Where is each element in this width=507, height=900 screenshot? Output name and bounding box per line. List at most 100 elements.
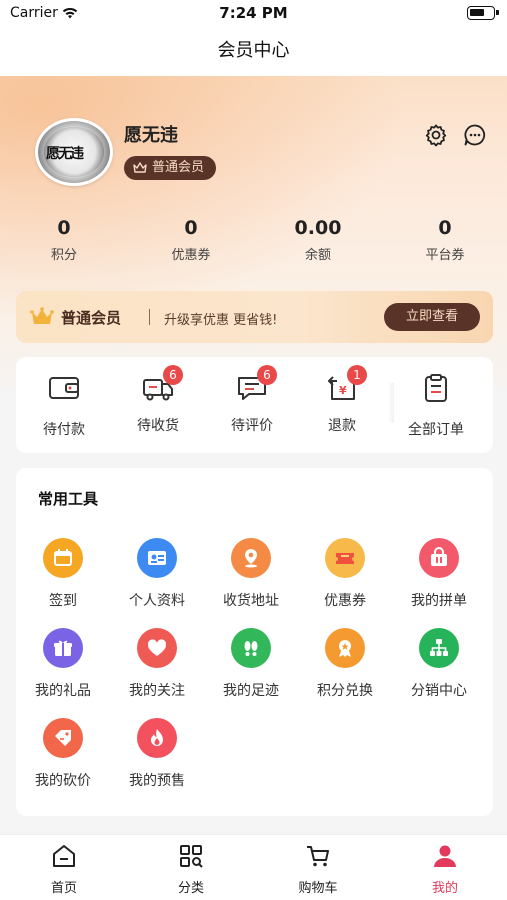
stat-value: 0.00 [294, 217, 342, 239]
order-label: 退款 [328, 418, 356, 434]
crown-icon [133, 162, 147, 173]
avatar-calligraphy: 愿无违 [46, 146, 84, 162]
order-icon-wrap: 6 [141, 365, 183, 403]
price-tag-icon [43, 718, 83, 758]
order-all[interactable]: 全部订单 [390, 373, 482, 439]
flame-icon [137, 718, 177, 758]
order-to-receive[interactable]: 6 待收货 [112, 365, 204, 439]
clock: 7:24 PM [219, 4, 288, 22]
order-count-badge: 1 [347, 365, 367, 385]
nav-bar: 会员中心 [0, 28, 507, 76]
tool-label: 签到 [49, 593, 77, 609]
network-icon [419, 628, 459, 668]
stat-label: 余额 [304, 248, 331, 263]
bottom-tab-bar: 首页 分类 购物车 我的 [0, 834, 507, 900]
tool-label: 积分兑换 [317, 683, 373, 699]
tool-check-in[interactable]: 签到 [16, 538, 110, 610]
tool-label: 我的足迹 [223, 683, 279, 699]
tool-coupons[interactable]: 优惠券 [298, 538, 392, 610]
member-level-badge[interactable]: 普通会员 [124, 156, 217, 180]
order-to-review[interactable]: 6 待评价 [206, 365, 298, 439]
wallet-icon [49, 377, 79, 399]
stat-points[interactable]: 0 积分 [14, 216, 114, 263]
upgrade-title: 普通会员 [61, 309, 122, 327]
tool-following[interactable]: 我的关注 [110, 628, 204, 700]
tab-mine[interactable]: 我的 [395, 843, 495, 896]
calendar-icon [43, 538, 83, 578]
tool-profile[interactable]: 个人资料 [110, 538, 204, 610]
home-icon [53, 845, 75, 867]
basket-icon [419, 538, 459, 578]
tool-label: 我的预售 [129, 773, 185, 789]
tool-label: 分销中心 [411, 683, 467, 699]
stat-balance[interactable]: 0.00 余额 [268, 216, 368, 263]
stat-platform-coupons[interactable]: 0 平台券 [395, 216, 495, 263]
username[interactable]: 愿无违 [124, 121, 178, 147]
orders-card: 待付款 6 待收货 6 待评价 ¥ 1 退款 全部订单 [16, 357, 493, 453]
tool-footprints[interactable]: 我的足迹 [204, 628, 298, 700]
section-title: 常用工具 [38, 490, 99, 508]
order-count-badge: 6 [257, 365, 277, 385]
user-icon [434, 845, 456, 867]
clipboard-icon [425, 374, 447, 402]
order-icon-wrap: 6 [235, 365, 277, 403]
tool-label: 我的关注 [129, 683, 185, 699]
upgrade-text: 升级享优惠 更省钱! [164, 313, 278, 328]
tab-cart[interactable]: 购物车 [268, 843, 368, 896]
order-pending-payment[interactable]: 待付款 [18, 373, 110, 439]
status-bar: Carrier 7:24 PM [0, 0, 507, 28]
stat-label: 平台券 [425, 248, 465, 263]
svg-text:¥: ¥ [339, 384, 347, 397]
order-label: 全部订单 [408, 422, 464, 438]
id-card-icon [137, 538, 177, 578]
tool-group-buy[interactable]: 我的拼单 [392, 538, 486, 610]
stat-value: 0 [438, 217, 452, 239]
view-now-button[interactable]: 立即查看 [384, 303, 480, 331]
tab-label: 我的 [431, 881, 458, 896]
order-refund[interactable]: ¥ 1 退款 [296, 365, 388, 439]
crown-icon [30, 307, 54, 324]
member-level-label: 普通会员 [152, 160, 205, 175]
tool-points-exchange[interactable]: 积分兑换 [298, 628, 392, 700]
tab-home[interactable]: 首页 [14, 843, 114, 896]
stat-label: 优惠券 [171, 248, 211, 263]
gear-icon[interactable] [424, 123, 448, 147]
account-stats: 0 积分 0 优惠券 0.00 余额 0 平台券 [0, 216, 507, 266]
tool-distribution-center[interactable]: 分销中心 [392, 628, 486, 700]
tool-presale[interactable]: 我的预售 [110, 718, 204, 790]
tool-label: 我的礼品 [35, 683, 91, 699]
avatar[interactable]: 愿无违 [35, 118, 113, 186]
coupon-icon [325, 538, 365, 578]
location-pin-icon [231, 538, 271, 578]
cart-icon [307, 846, 329, 867]
tool-label: 收货地址 [223, 593, 279, 609]
tool-label: 个人资料 [129, 593, 185, 609]
order-label: 待收货 [137, 418, 179, 434]
tab-label: 分类 [177, 881, 204, 896]
tool-label: 优惠券 [324, 593, 366, 609]
footprint-icon [231, 628, 271, 668]
battery-icon [467, 6, 499, 20]
heart-icon [137, 628, 177, 668]
tool-address[interactable]: 收货地址 [204, 538, 298, 610]
stat-value: 0 [184, 217, 198, 239]
tool-bargain[interactable]: 我的砍价 [16, 718, 110, 790]
tool-gifts[interactable]: 我的礼品 [16, 628, 110, 700]
membership-upgrade-banner[interactable]: 普通会员 升级享优惠 更省钱! 立即查看 [16, 291, 493, 343]
stat-value: 0 [57, 217, 71, 239]
tool-label: 我的砍价 [35, 773, 91, 789]
order-count-badge: 6 [163, 365, 183, 385]
page-title: 会员中心 [217, 40, 290, 61]
stat-label: 积分 [50, 248, 77, 263]
tab-label: 购物车 [298, 881, 338, 896]
order-icon-wrap: ¥ 1 [325, 365, 367, 403]
medal-icon [325, 628, 365, 668]
order-label: 待付款 [43, 422, 85, 438]
order-label: 待评价 [231, 418, 273, 434]
stat-coupons[interactable]: 0 优惠券 [141, 216, 241, 263]
gift-icon [43, 628, 83, 668]
message-icon[interactable] [463, 123, 487, 147]
tool-label: 我的拼单 [411, 593, 467, 609]
category-icon [180, 845, 203, 868]
tab-category[interactable]: 分类 [141, 843, 241, 896]
